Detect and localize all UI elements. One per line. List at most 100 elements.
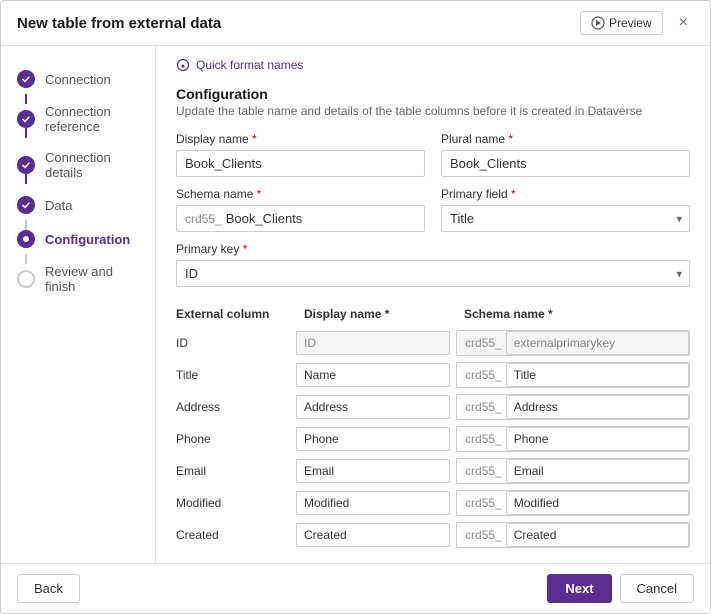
primary-key-select[interactable]: ID: [176, 260, 690, 287]
schema-row-prefix: crd55_: [457, 395, 506, 419]
schema-col-cell: crd55_: [456, 487, 690, 519]
schema-input-group: crd55_: [456, 522, 690, 548]
next-button[interactable]: Next: [547, 574, 611, 603]
schema-name-input-row[interactable]: [506, 523, 689, 547]
display-col-cell: [296, 455, 456, 487]
primary-field-label: Primary field: [441, 187, 690, 201]
display-name-input-row[interactable]: [296, 395, 450, 419]
dialog-title: New table from external data: [17, 15, 221, 32]
schema-name-input-group: crd55_: [176, 205, 425, 232]
primary-field-select-wrapper: Title Name ID: [441, 205, 690, 232]
dialog: New table from external data Preview ×: [0, 0, 711, 614]
table-row: Phone crd55_: [176, 423, 690, 455]
schema-name-input-row[interactable]: [506, 363, 689, 387]
main-content: ✦ Quick format names Configuration Updat…: [156, 46, 710, 563]
sidebar-item-connection[interactable]: Connection: [1, 62, 155, 96]
plural-name-input[interactable]: [441, 150, 690, 177]
schema-row-prefix: crd55_: [457, 363, 506, 387]
checkmark-icon-4: [21, 200, 31, 210]
sidebar-item-connection-details[interactable]: Connection details: [1, 142, 155, 188]
schema-col-cell: crd55_: [456, 519, 690, 551]
display-name-input-row[interactable]: [296, 491, 450, 515]
schema-name-input-row[interactable]: [506, 395, 689, 419]
sidebar-item-configuration[interactable]: Configuration: [1, 222, 155, 256]
col-header-schema: Schema name *: [456, 303, 690, 327]
schema-row-prefix: crd55_: [457, 427, 506, 451]
schema-input-group: crd55_: [456, 490, 690, 516]
schema-row-prefix: crd55_: [457, 331, 506, 355]
plural-name-label: Plural name: [441, 132, 690, 146]
schema-row-prefix: crd55_: [457, 491, 506, 515]
schema-name-input[interactable]: [226, 206, 424, 231]
dialog-body: Connection Connection reference: [1, 46, 710, 563]
plural-name-group: Plural name: [441, 132, 690, 177]
display-name-group: Display name: [176, 132, 425, 177]
display-col-cell: [296, 327, 456, 359]
schema-col-cell: crd55_: [456, 391, 690, 423]
checkmark-icon-3: [21, 160, 31, 170]
primary-field-group: Primary field Title Name ID: [441, 187, 690, 232]
close-button[interactable]: ×: [673, 12, 694, 34]
step-circle-data: [17, 196, 35, 214]
section-title: Configuration: [176, 86, 690, 102]
schema-input-group: crd55_: [456, 330, 690, 356]
display-col-cell: [296, 519, 456, 551]
preview-button[interactable]: Preview: [580, 11, 663, 35]
quick-format-icon: ✦: [176, 58, 190, 72]
schema-name-group: Schema name crd55_: [176, 187, 425, 232]
primary-field-select[interactable]: Title Name ID: [441, 205, 690, 232]
table-row: Addresscrd55_: [176, 391, 690, 423]
cancel-button[interactable]: Cancel: [620, 574, 694, 603]
col-header-display: Display name *: [296, 303, 456, 327]
schema-col-cell: crd55_: [456, 423, 690, 455]
schema-name-input-row[interactable]: [506, 331, 689, 355]
sidebar-item-connection-reference[interactable]: Connection reference: [1, 96, 155, 142]
table-row: Title crd55_: [176, 359, 690, 391]
primary-key-label: Primary key: [176, 242, 690, 256]
external-col-cell: Phone: [176, 423, 296, 455]
sidebar-label-connection: Connection: [45, 72, 111, 87]
sidebar-label-configuration: Configuration: [45, 232, 130, 247]
schema-name-input-row[interactable]: [506, 427, 689, 451]
schema-input-group: crd55_: [456, 394, 690, 420]
step-circle-configuration: [17, 230, 35, 248]
sidebar-item-review[interactable]: Review and finish: [1, 256, 155, 302]
display-name-input-row[interactable]: [296, 331, 450, 355]
step-circle-connection-details: [17, 156, 35, 174]
quick-format-label: Quick format names: [196, 58, 303, 72]
schema-col-cell: crd55_: [456, 359, 690, 391]
back-button[interactable]: Back: [17, 574, 80, 603]
checkmark-icon: [21, 74, 31, 84]
schema-col-cell: crd55_: [456, 455, 690, 487]
schema-input-group: crd55_: [456, 362, 690, 388]
table-row: Created crd55_: [176, 519, 690, 551]
display-name-input[interactable]: [176, 150, 425, 177]
schema-name-input-row[interactable]: [506, 491, 689, 515]
form-row-1: Display name Plural name: [176, 132, 690, 177]
schema-name-input-row[interactable]: [506, 459, 689, 483]
schema-row-prefix: crd55_: [457, 459, 506, 483]
section-desc: Update the table name and details of the…: [176, 104, 690, 118]
quick-format-row[interactable]: ✦ Quick format names: [176, 58, 690, 72]
sidebar-item-data[interactable]: Data: [1, 188, 155, 222]
display-name-input-row[interactable]: [296, 523, 450, 547]
display-col-cell: [296, 391, 456, 423]
external-col-cell: Title: [176, 359, 296, 391]
col-header-external: External column: [176, 303, 296, 327]
display-name-input-row[interactable]: [296, 427, 450, 451]
svg-text:✦: ✦: [180, 62, 187, 71]
table-row: Emailcrd55_: [176, 455, 690, 487]
step-circle-connection-reference: [17, 110, 35, 128]
schema-prefix: crd55_: [177, 207, 226, 231]
display-name-input-row[interactable]: [296, 459, 450, 483]
dialog-header: New table from external data Preview ×: [1, 1, 710, 46]
schema-input-group: crd55_: [456, 426, 690, 452]
display-name-input-row[interactable]: [296, 363, 450, 387]
schema-row-prefix: crd55_: [457, 523, 506, 547]
external-col-cell: Modified: [176, 487, 296, 519]
dialog-footer: Back Next Cancel: [1, 563, 710, 613]
sidebar: Connection Connection reference: [1, 46, 156, 563]
table-row: Modified crd55_: [176, 487, 690, 519]
external-col-cell: Created: [176, 519, 296, 551]
sidebar-label-review: Review and finish: [45, 264, 139, 294]
